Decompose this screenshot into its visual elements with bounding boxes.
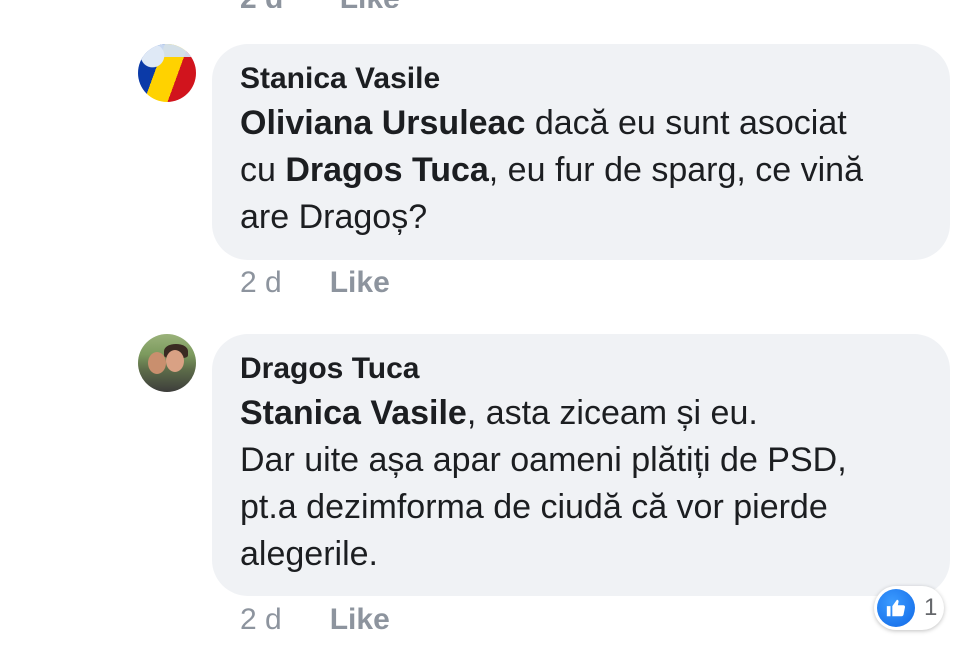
avatar[interactable] — [138, 44, 196, 102]
comment-text-segment: pt.a dezimforma de ciudă că vor pierde — [240, 488, 828, 526]
reaction-summary[interactable]: 1 — [874, 586, 944, 630]
comment-timestamp[interactable]: 2 d — [240, 266, 282, 300]
comment-text: Oliviana Ursuleac dacă eu sunt asociat c… — [240, 100, 922, 241]
comment-text-segment: are Dragoș? — [240, 198, 428, 236]
comment-author[interactable]: Stanica Vasile — [240, 60, 922, 98]
comment-bubble: Stanica Vasile Oliviana Ursuleac dacă eu… — [212, 44, 950, 260]
reaction-count: 1 — [924, 594, 938, 621]
previous-comment-actions: 2 d Like — [240, 0, 400, 8]
comment-text-segment: dacă eu sunt asociat — [525, 104, 847, 142]
thumbs-up-icon — [877, 589, 915, 627]
avatar[interactable] — [138, 334, 196, 392]
like-button[interactable]: Like — [330, 266, 390, 300]
comment-text-segment: Dar uite așa apar oameni plătiți de PSD, — [240, 441, 847, 479]
like-button[interactable]: Like — [340, 0, 400, 8]
comment-text-segment: cu — [240, 151, 286, 189]
comment-actions: 2 d Like — [240, 266, 390, 300]
comment-text-segment: , asta ziceam și eu. — [466, 394, 758, 432]
comment-timestamp[interactable]: 2 d — [240, 0, 283, 8]
comment-actions: 2 d Like — [240, 603, 390, 637]
comment-text: Stanica Vasile, asta ziceam și eu. Dar u… — [240, 390, 922, 578]
mention-link[interactable]: Oliviana Ursuleac — [240, 104, 525, 142]
comment-author[interactable]: Dragos Tuca — [240, 350, 922, 388]
comment-text-segment: , eu fur de sparg, ce vină — [488, 151, 863, 189]
comment-timestamp[interactable]: 2 d — [240, 603, 282, 637]
like-button[interactable]: Like — [330, 603, 390, 637]
mention-link[interactable]: Dragos Tuca — [285, 151, 488, 189]
comment-bubble: Dragos Tuca Stanica Vasile, asta ziceam … — [212, 334, 950, 596]
avatar-face — [166, 350, 184, 372]
comment-text-segment: alegerile. — [240, 535, 378, 573]
mention-link[interactable]: Stanica Vasile — [240, 394, 467, 432]
